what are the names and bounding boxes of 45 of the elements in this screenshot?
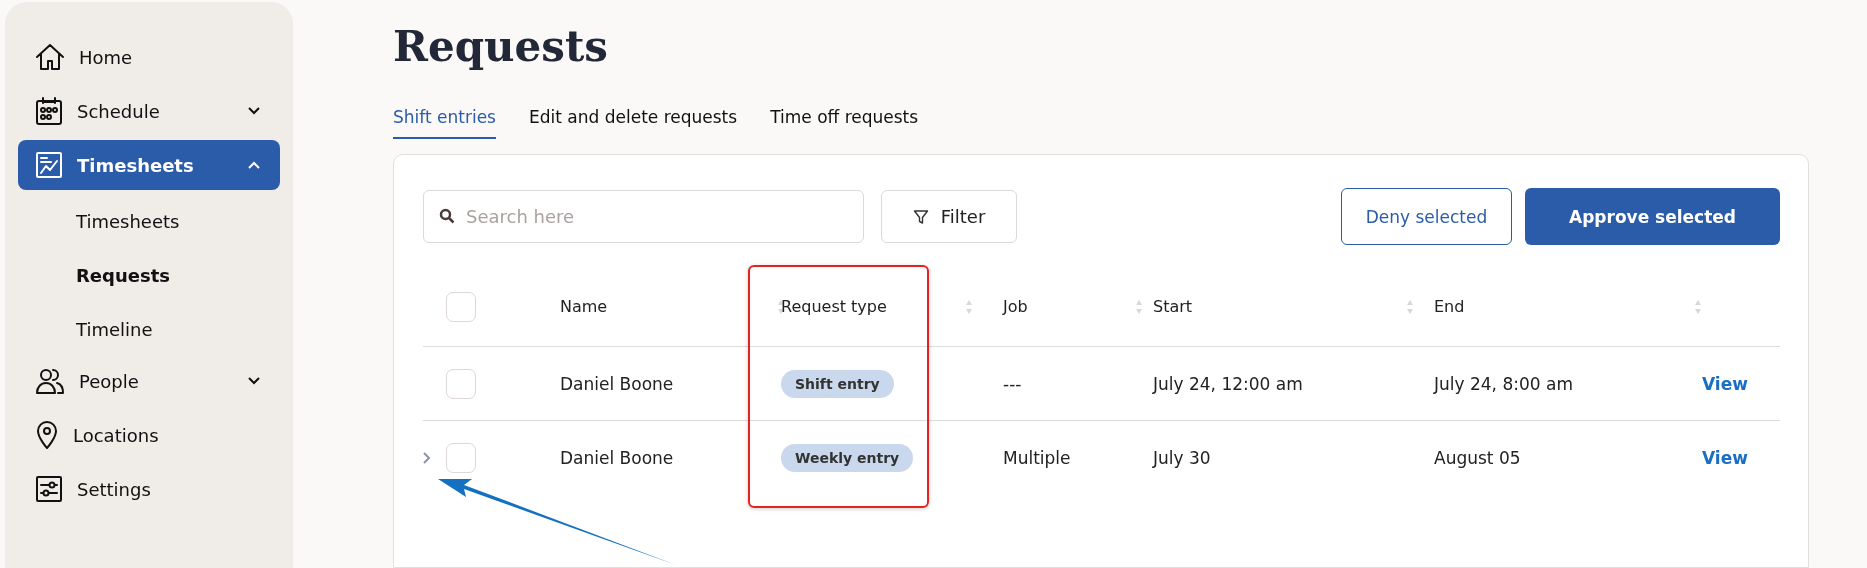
deny-button[interactable]: Deny selected [1341,188,1512,245]
filter-button[interactable]: Filter [881,190,1017,243]
sidebar-subitem[interactable]: Timesheets [18,194,280,248]
sidebar-item[interactable]: Timesheets [18,140,280,190]
table-cell: --- [1003,373,1022,394]
sidebar-item[interactable]: People [18,356,280,406]
view-link[interactable]: View [1702,447,1748,468]
approve-button[interactable]: Approve selected [1525,188,1780,245]
table-cell: Multiple [1003,447,1071,468]
checkbox[interactable] [446,291,476,322]
checkbox[interactable] [446,442,476,473]
column-header: Name [560,297,608,316]
view-link[interactable]: View [1702,373,1748,394]
table-cell: July 24, 12:00 am [1153,373,1303,394]
location-pin-icon [35,420,59,450]
column-header: End [1434,297,1465,316]
search-field[interactable]: Search here [423,190,864,243]
chart-icon [35,151,63,179]
column-header: Request type [781,297,887,316]
tab[interactable]: Edit and delete requests [529,107,738,139]
tab[interactable]: Time off requests [770,107,919,139]
sidebar-subitem[interactable]: Timeline [18,302,280,356]
page-title: Requests [393,22,609,71]
sidebar-item[interactable]: Home [18,32,280,82]
column-header: Job [1003,297,1028,316]
home-icon [35,43,65,71]
sidebar-item[interactable]: Locations [18,410,280,460]
calendar-icon [35,96,63,126]
table-cell: July 24, 8:00 am [1434,373,1573,394]
checkbox[interactable] [446,368,476,399]
settings-icon [35,475,63,503]
sidebar-item[interactable]: Schedule [18,86,280,136]
table-cell: Daniel Boone [560,373,674,394]
tab[interactable]: Shift entries [393,107,496,139]
sidebar-subitem[interactable]: Requests [18,248,280,302]
column-header: Start [1153,297,1193,316]
table-cell: August 05 [1434,447,1521,468]
table-cell: July 30 [1153,447,1211,468]
people-icon [35,367,65,395]
request-type-tag: Weekly entry [781,443,914,472]
chevron-icon[interactable] [423,451,431,464]
filter-icon [912,208,929,225]
table-cell: Daniel Boone [560,447,674,468]
request-type-tag: Shift entry [781,369,894,398]
sidebar-item[interactable]: Settings [18,464,280,514]
